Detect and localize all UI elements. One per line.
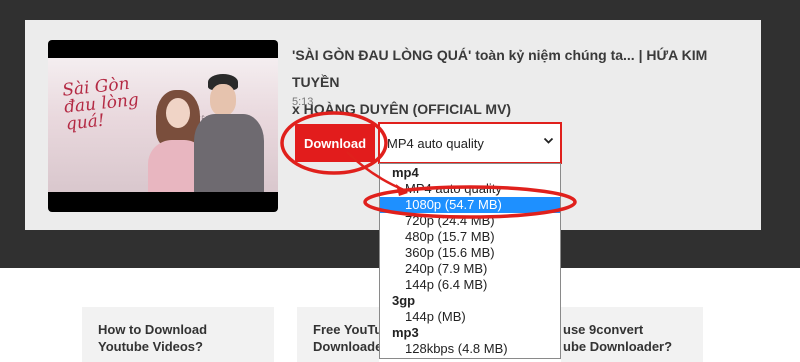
woman-face	[166, 98, 190, 128]
option-1080p[interactable]: 1080p (54.7 MB)	[380, 197, 560, 213]
thumbnail-scene: Sài Gòn đau lòng quá! HỨA KIM TUYỀN	[48, 58, 278, 192]
optgroup-mp3: mp3	[392, 325, 419, 340]
option-720p[interactable]: 720p (24.4 MB)	[380, 213, 560, 229]
option-3gp-144p[interactable]: 144p (MB)	[380, 309, 560, 325]
video-duration: 5:13	[292, 96, 314, 108]
chevron-down-glyph	[543, 137, 554, 144]
option-240p[interactable]: 240p (7.9 MB)	[380, 261, 560, 277]
man-face	[210, 84, 236, 116]
option-480p[interactable]: 480p (15.7 MB)	[380, 229, 560, 245]
option-mp4-auto[interactable]: MP4 auto quality	[380, 181, 560, 197]
quality-dropdown-list[interactable]: mp4 MP4 auto quality 1080p (54.7 MB) 720…	[379, 163, 561, 359]
option-mp3-128kbps[interactable]: 128kbps (4.8 MB)	[380, 341, 560, 357]
info-box-why-use[interactable]: use 9convert ube Downloader?	[561, 307, 703, 362]
quality-select[interactable]: MP4 auto quality	[378, 122, 562, 164]
chevron-down-icon[interactable]	[543, 135, 554, 149]
info-box-how-to[interactable]: How to Download Youtube Videos?	[82, 307, 274, 362]
info-box-free-line2: Downloade	[313, 339, 379, 354]
video-title-line1: 'SÀI GÒN ĐAU LÒNG QUÁ' toàn kỷ niệm chún…	[292, 47, 708, 90]
info-box-how-to-line2: Youtube Videos?	[98, 339, 203, 354]
optgroup-mp4: mp4	[392, 165, 419, 180]
info-box-free-line1: Free YouTu	[313, 322, 379, 337]
info-box-why-line2: ube Downloader?	[563, 339, 673, 354]
info-box-free-downloader[interactable]: Free YouTu Downloade	[297, 307, 379, 362]
thumbnail-title: Sài Gòn đau lòng quá!	[61, 73, 140, 135]
video-thumbnail[interactable]: Sài Gòn đau lòng quá! HỨA KIM TUYỀN	[48, 40, 278, 212]
info-box-how-to-line1: How to Download	[98, 322, 208, 337]
optgroup-3gp: 3gp	[392, 293, 416, 308]
man-figure	[194, 114, 264, 192]
video-title: 'SÀI GÒN ĐAU LÒNG QUÁ' toàn kỷ niệm chún…	[292, 42, 742, 123]
quality-select-value: MP4 auto quality	[387, 135, 484, 151]
option-360p[interactable]: 360p (15.6 MB)	[380, 245, 560, 261]
option-144p[interactable]: 144p (6.4 MB)	[380, 277, 560, 293]
download-button[interactable]: Download	[295, 124, 375, 162]
video-title-line2: x HOÀNG DUYÊN (OFFICIAL MV)	[292, 101, 512, 117]
info-box-why-line1: use 9convert	[563, 322, 644, 337]
